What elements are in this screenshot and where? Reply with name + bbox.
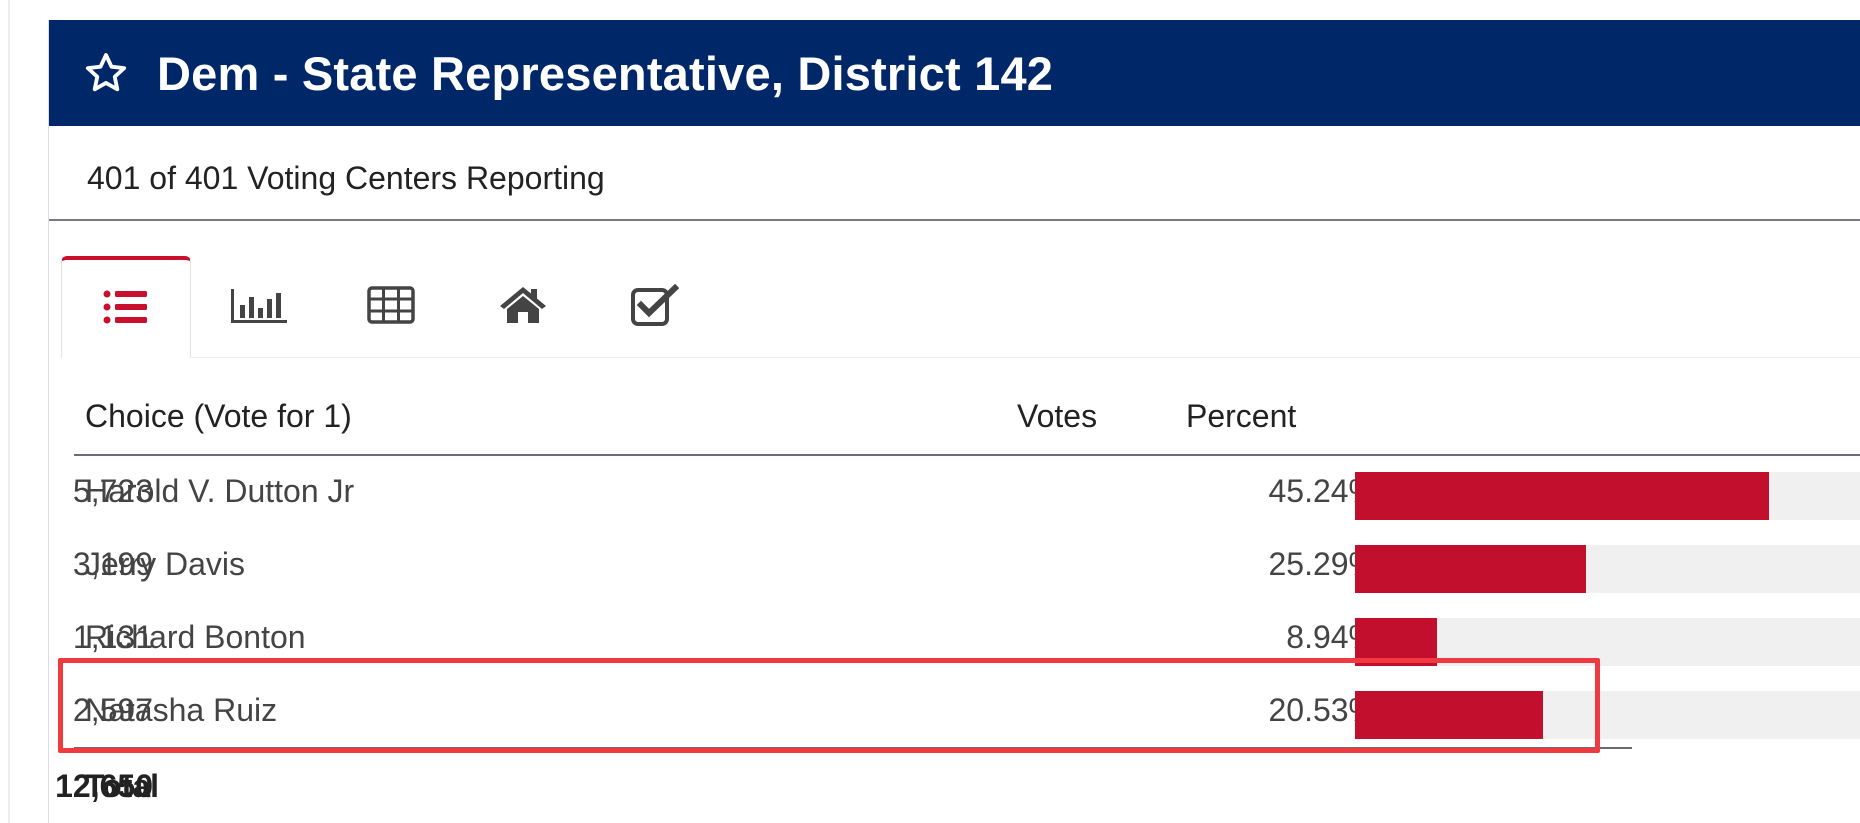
candidate-votes: 1,131 (72, 619, 153, 655)
vote-share-bar (1355, 691, 1543, 739)
table-row: Jerry Davis 3,199 25.29% (49, 530, 1860, 603)
bar-chart-icon (229, 285, 289, 330)
table-header-divider (74, 454, 1860, 456)
tab-table[interactable] (327, 256, 455, 358)
vote-share-bar (1355, 618, 1437, 666)
table-row: Richard Bonton 1,131 8.94% (49, 603, 1860, 676)
total-votes: 12,650 (55, 768, 153, 804)
vote-share-bar-track (1355, 691, 1860, 739)
star-icon[interactable] (83, 47, 135, 99)
contest-header: Dem - State Representative, District 142 (49, 20, 1860, 126)
column-header-votes: Votes (1017, 398, 1098, 434)
contest-title: Dem - State Representative, District 142 (157, 46, 1054, 100)
candidate-votes: 3,199 (72, 546, 153, 582)
list-icon (103, 290, 149, 329)
candidate-percent: 8.94% (1286, 619, 1377, 655)
checkbox-icon (631, 283, 680, 331)
vote-share-bar (1355, 472, 1769, 520)
tab-checkbox[interactable] (591, 256, 719, 358)
vote-share-bar-track (1355, 472, 1860, 520)
tab-bar-chart[interactable] (195, 256, 323, 358)
view-tabs (61, 256, 761, 358)
table-icon (367, 285, 415, 329)
column-header-choice: Choice (Vote for 1) (85, 398, 352, 434)
vote-share-bar-track (1355, 545, 1860, 593)
column-header-percent: Percent (1186, 398, 1297, 434)
reporting-status: 401 of 401 Voting Centers Reporting (87, 160, 605, 196)
tab-list[interactable] (61, 256, 191, 358)
contest-card: Dem - State Representative, District 142… (48, 20, 1860, 823)
candidate-votes: 5,723 (72, 473, 153, 509)
vote-share-bar-track (1355, 618, 1860, 666)
home-icon (498, 285, 548, 330)
page-left-rule (8, 0, 10, 823)
tab-home[interactable] (459, 256, 587, 358)
table-row: Natasha Ruiz 2,597 20.53% (49, 676, 1860, 749)
candidate-percent: 20.53% (1268, 692, 1377, 728)
candidate-percent: 45.24% (1268, 473, 1377, 509)
table-row: Harold V. Dutton Jr 5,723 45.24% (49, 457, 1860, 530)
vote-share-bar (1355, 545, 1587, 593)
tabs-baseline (189, 357, 1860, 358)
total-divider (74, 747, 1632, 749)
candidate-percent: 25.29% (1268, 546, 1377, 582)
header-divider (49, 219, 1860, 221)
candidate-votes: 2,597 (72, 692, 153, 728)
